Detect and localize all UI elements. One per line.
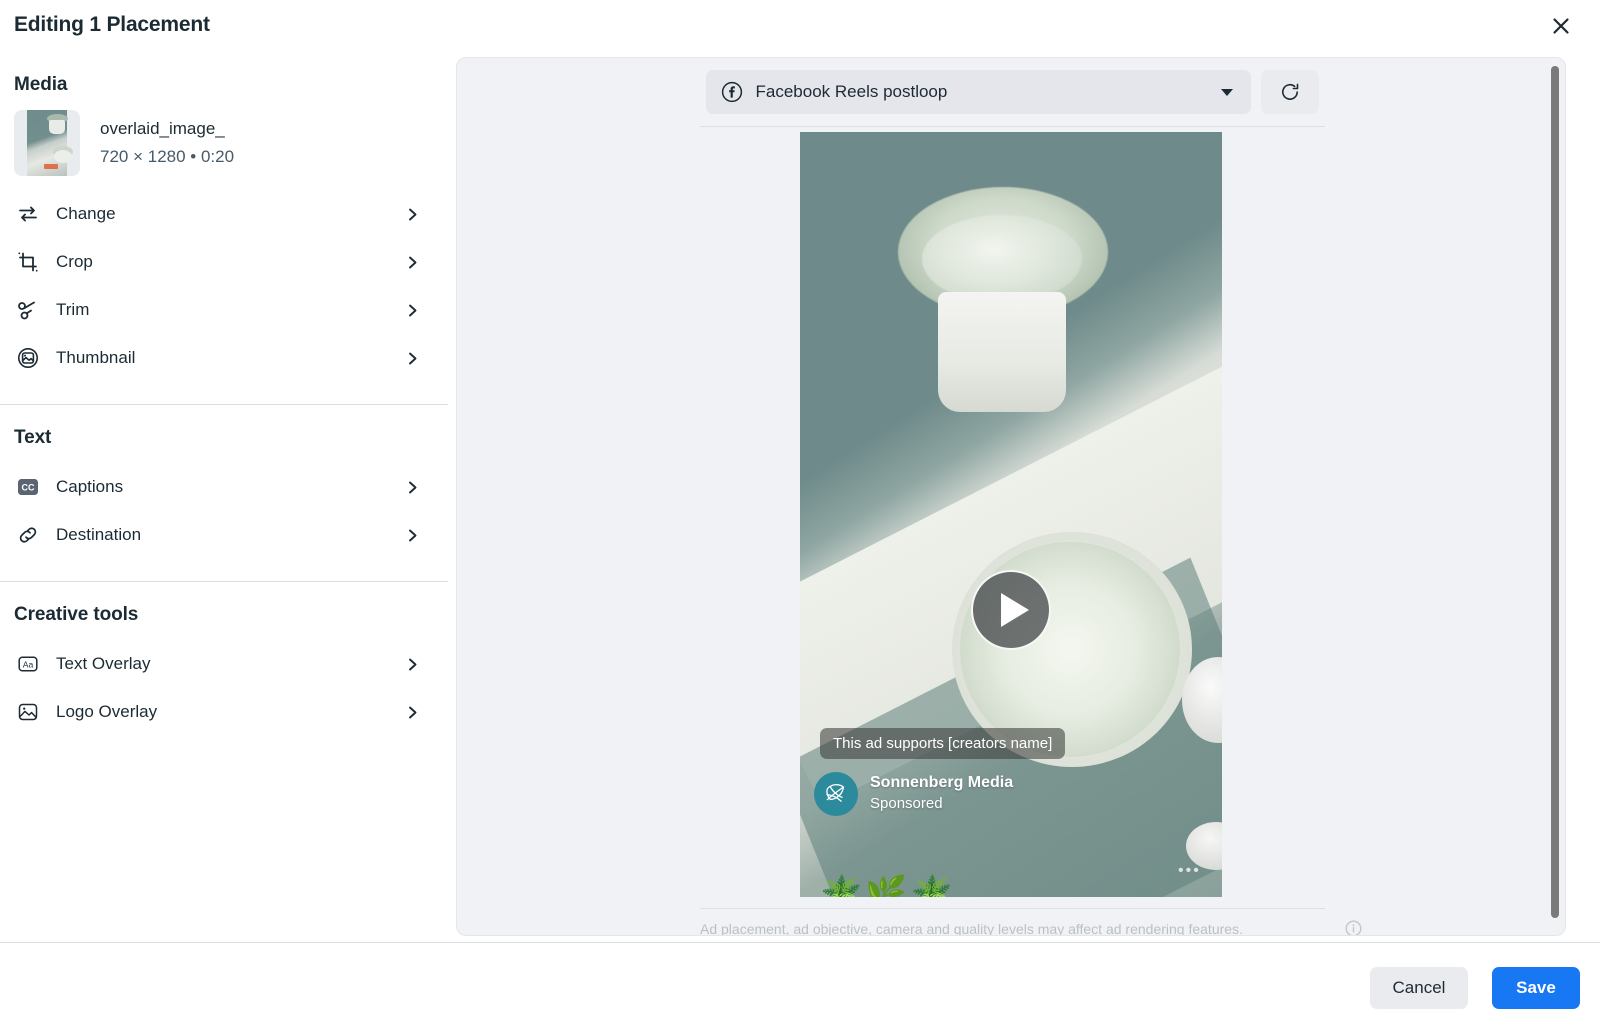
preview-divider-bottom: [700, 908, 1325, 909]
sponsored-label: Sponsored: [870, 793, 1013, 814]
sidebar-item-crop[interactable]: Crop: [0, 238, 448, 286]
sidebar-item-label: Crop: [56, 252, 404, 272]
sidebar-item-trim[interactable]: Trim: [0, 286, 448, 334]
chevron-right-icon: [404, 527, 420, 543]
more-dots-icon[interactable]: •••: [1178, 862, 1201, 880]
sidebar-section-media: Media overlaid_image_ 720 × 1280 • 0:20: [0, 52, 448, 382]
sidebar-item-change[interactable]: Change: [0, 190, 448, 238]
save-button[interactable]: Save: [1492, 967, 1580, 1009]
cc-icon: CC: [14, 473, 42, 501]
preview-scrollbar-thumb[interactable]: [1551, 66, 1559, 918]
thumbnail-pot-bottom: [54, 150, 72, 163]
chevron-right-icon: [404, 656, 420, 672]
supports-creator-pill: This ad supports [creators name]: [820, 728, 1065, 759]
sidebar-item-destination[interactable]: Destination: [0, 511, 448, 559]
sidebar-item-label: Text Overlay: [56, 654, 404, 674]
preview-disclaimer: Ad placement, ad objective, camera and q…: [700, 920, 1340, 936]
text-overlay-icon: Aa: [14, 650, 42, 678]
image-circle-icon: [14, 344, 42, 372]
section-title-creative-tools: Creative tools: [0, 604, 448, 626]
facebook-icon: [721, 81, 743, 103]
chevron-down-icon: [1221, 89, 1233, 96]
refresh-icon: [1279, 81, 1301, 103]
ad-preview-panel: Facebook Reels postloop •••: [456, 57, 1566, 936]
sidebar-item-label: Change: [56, 204, 404, 224]
sidebar-item-label: Captions: [56, 477, 404, 497]
refresh-preview-button[interactable]: [1261, 70, 1319, 114]
placement-select-value: Facebook Reels postloop: [756, 82, 948, 102]
chevron-right-icon: [404, 479, 420, 495]
sidebar-item-label: Destination: [56, 525, 404, 545]
media-file-details: 720 × 1280 • 0:20: [100, 144, 234, 170]
sidebar-item-label: Trim: [56, 300, 404, 320]
brand-row: Sonnenberg Media Sponsored: [814, 772, 1013, 816]
dialog-footer: Cancel Save: [0, 942, 1600, 1032]
chevron-right-icon: [404, 206, 420, 222]
leaf-logo-icon: [821, 779, 851, 809]
sidebar-item-captions[interactable]: CC Captions: [0, 463, 448, 511]
reel-preview[interactable]: ••• This ad supports [creators name] Son…: [800, 132, 1222, 897]
thumbnail-emoji-strip: [44, 164, 58, 169]
swap-arrows-icon: [14, 200, 42, 228]
info-icon[interactable]: [1345, 920, 1362, 936]
placement-select[interactable]: Facebook Reels postloop: [706, 70, 1251, 114]
cancel-button[interactable]: Cancel: [1370, 967, 1468, 1009]
page-title: Editing 1 Placement: [14, 13, 210, 37]
editing-sidebar: Media overlaid_image_ 720 × 1280 • 0:20: [0, 52, 448, 942]
sidebar-section-text: Text CC Captions: [0, 405, 448, 559]
media-summary-row: overlaid_image_ 720 × 1280 • 0:20: [0, 110, 448, 176]
media-file-name: overlaid_image_: [100, 117, 234, 142]
chevron-right-icon: [404, 704, 420, 720]
sidebar-item-text-overlay[interactable]: Aa Text Overlay: [0, 640, 448, 688]
avatar[interactable]: [814, 772, 858, 816]
media-thumbnail[interactable]: [14, 110, 80, 176]
chevron-right-icon: [404, 254, 420, 270]
link-icon: [14, 521, 42, 549]
crop-icon: [14, 248, 42, 276]
thumbnail-pot-top: [49, 120, 65, 134]
emoji-overlay: 🪴🌿🪴: [820, 877, 956, 897]
svg-text:CC: CC: [22, 483, 35, 493]
sidebar-item-label: Logo Overlay: [56, 702, 404, 722]
scissors-icon: [14, 296, 42, 324]
preview-scrollbar-track[interactable]: [1551, 60, 1563, 935]
editing-placement-dialog: Editing 1 Placement Media: [0, 0, 1600, 1032]
section-title-text: Text: [0, 427, 448, 449]
sidebar-section-creative-tools: Creative tools Aa Text Overlay: [0, 582, 448, 736]
chevron-right-icon: [404, 302, 420, 318]
play-button[interactable]: [971, 570, 1051, 650]
close-icon: [1551, 16, 1571, 36]
media-meta: overlaid_image_ 720 × 1280 • 0:20: [100, 117, 234, 169]
preview-divider-top: [700, 126, 1325, 127]
close-dialog-button[interactable]: [1542, 7, 1580, 45]
thumbnail-image: [27, 110, 67, 176]
play-icon: [1001, 593, 1029, 627]
logo-overlay-icon: [14, 698, 42, 726]
preview-toolbar: Facebook Reels postloop: [457, 58, 1566, 126]
sidebar-item-logo-overlay[interactable]: Logo Overlay: [0, 688, 448, 736]
dialog-header: Editing 1 Placement: [0, 0, 1600, 52]
sidebar-item-thumbnail[interactable]: Thumbnail: [0, 334, 448, 382]
chevron-right-icon: [404, 350, 420, 366]
pot-top: [938, 292, 1066, 412]
sidebar-item-label: Thumbnail: [56, 348, 404, 368]
svg-text:Aa: Aa: [23, 660, 34, 670]
section-title-media: Media: [0, 74, 448, 96]
brand-name: Sonnenberg Media: [870, 773, 1013, 793]
brand-text: Sonnenberg Media Sponsored: [870, 773, 1013, 814]
